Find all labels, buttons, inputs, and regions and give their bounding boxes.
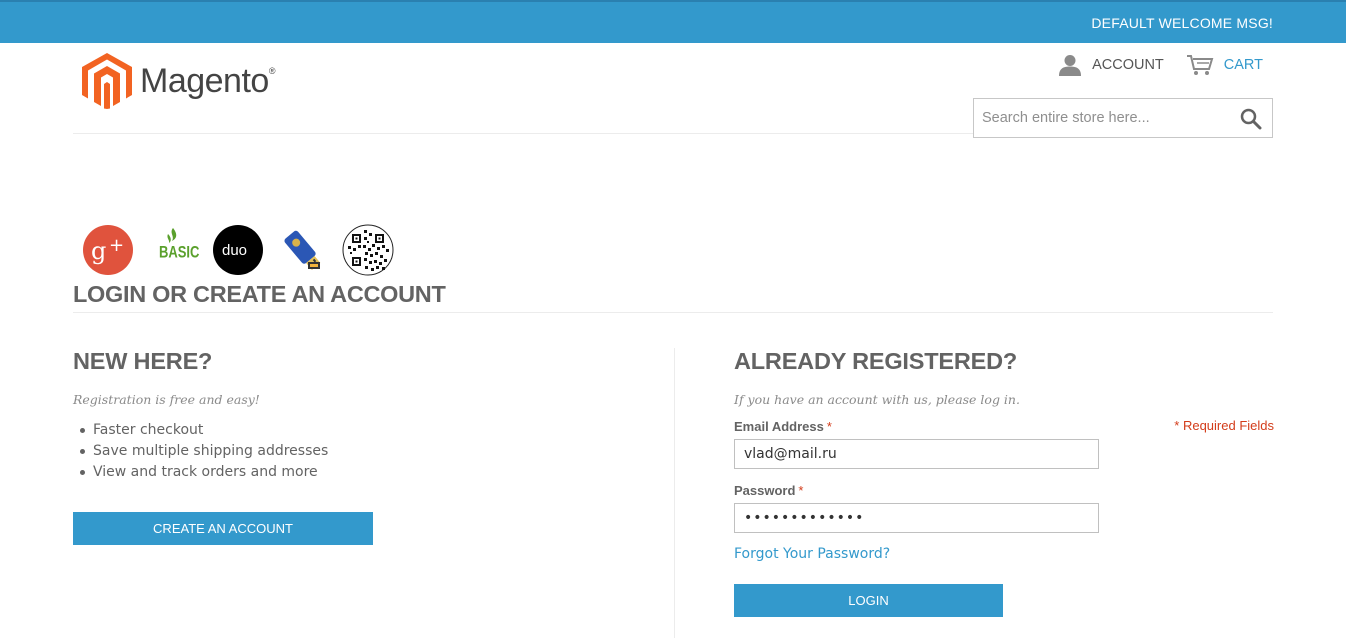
usb-key-icon[interactable]: [277, 224, 329, 276]
email-field[interactable]: [734, 439, 1099, 469]
svg-text:g: g: [91, 237, 106, 265]
logo-wordmark: Magento®: [140, 61, 275, 100]
svg-text:BASIC: BASIC: [159, 244, 199, 262]
list-item: View and track orders and more: [80, 462, 673, 483]
cart-icon: [1186, 55, 1214, 75]
svg-text:+: +: [109, 235, 124, 256]
google-plus-icon[interactable]: g +: [82, 224, 134, 276]
benefits-list: Faster checkout Save multiple shipping a…: [80, 420, 673, 483]
user-icon: [1059, 55, 1082, 76]
cart-link[interactable]: CART: [1186, 54, 1263, 76]
column-divider: [674, 348, 675, 638]
registration-intro: Registration is free and easy!: [73, 392, 260, 407]
svg-text:duo: duo: [222, 242, 247, 259]
top-bar: DEFAULT WELCOME MSG!: [0, 0, 1346, 43]
search-box: [973, 98, 1273, 138]
page-title: LOGIN OR CREATE AN ACCOUNT: [73, 281, 446, 307]
password-label: Password *: [734, 483, 804, 498]
header-divider: [73, 133, 973, 134]
list-item: Save multiple shipping addresses: [80, 441, 673, 462]
search-icon[interactable]: [1240, 108, 1262, 134]
required-mark: *: [798, 483, 804, 498]
login-button[interactable]: LOGIN: [734, 584, 1003, 617]
basic-icon[interactable]: BASIC: [147, 224, 199, 276]
qr-code-icon[interactable]: [342, 224, 394, 276]
password-field[interactable]: [734, 503, 1099, 533]
duo-icon[interactable]: duo: [212, 224, 264, 276]
cart-label: CART: [1223, 57, 1263, 73]
login-intro: If you have an account with us, please l…: [734, 392, 1020, 407]
login-providers: g + BASIC duo: [82, 224, 407, 276]
new-here-title: NEW HERE?: [73, 348, 213, 374]
required-mark: *: [826, 419, 832, 434]
header-links: ACCOUNT CART: [1058, 54, 1263, 76]
account-link[interactable]: ACCOUNT: [1058, 54, 1164, 76]
email-label: Email Address *: [734, 419, 832, 434]
login-section: ALREADY REGISTERED? If you have an accou…: [734, 348, 1274, 617]
already-registered-title: ALREADY REGISTERED?: [734, 348, 1018, 374]
forgot-password-link[interactable]: Forgot Your Password?: [734, 546, 890, 562]
create-account-button[interactable]: CREATE AN ACCOUNT: [73, 512, 373, 545]
new-customer-section: NEW HERE? Registration is free and easy!…: [73, 348, 673, 545]
welcome-message: DEFAULT WELCOME MSG!: [1091, 15, 1273, 31]
search-input[interactable]: [974, 99, 1224, 137]
magento-logo-icon: [82, 53, 132, 109]
title-divider: [73, 312, 1273, 313]
required-fields-note: * Required Fields: [1174, 418, 1274, 433]
list-item: Faster checkout: [80, 420, 673, 441]
account-label: ACCOUNT: [1092, 57, 1164, 73]
logo[interactable]: Magento®: [82, 53, 275, 109]
